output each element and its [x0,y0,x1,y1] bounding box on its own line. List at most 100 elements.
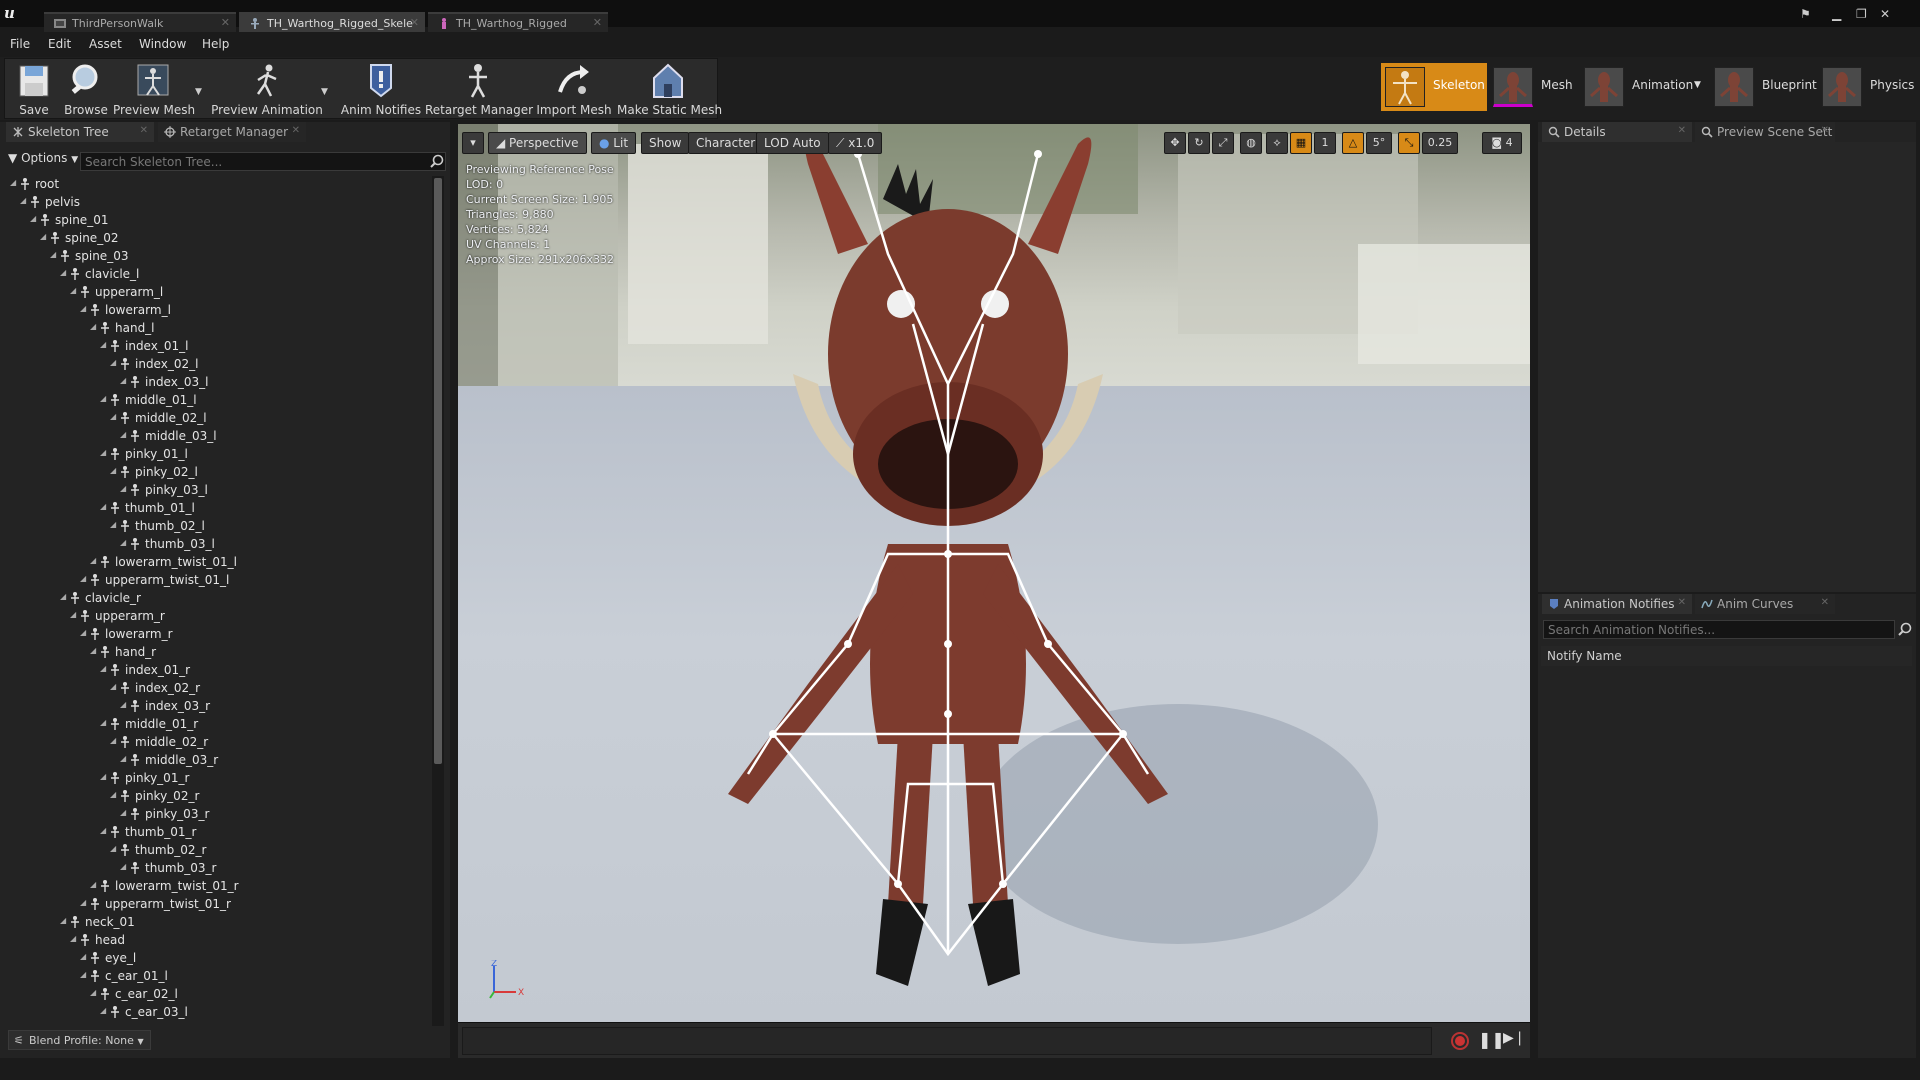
character-button[interactable]: Character [688,132,764,154]
surface-snap-icon[interactable]: ⟡ [1266,132,1288,154]
tree-row[interactable]: ◢ c_ear_01_l [0,967,430,985]
expand-arrow-icon[interactable]: ◢ [60,916,66,925]
options-dropdown[interactable]: ▼ Options ▼ [8,151,78,165]
playback-speed-button[interactable]: ⟋ x1.0 [828,132,883,154]
notify-name-column-header[interactable]: Notify Name [1541,646,1912,666]
tree-row[interactable]: ◢ spine_01 [0,211,430,229]
expand-arrow-icon[interactable]: ◢ [30,214,36,223]
mode-mesh-button[interactable]: Mesh [1489,63,1579,111]
scale-snap-value[interactable]: 0.25 [1422,132,1458,154]
doc-tab-skeleton[interactable]: TH_Warthog_Rigged_Skele ✕ [239,12,425,32]
mode-blueprint-button[interactable]: Blueprint [1710,63,1817,111]
expand-arrow-icon[interactable]: ◢ [100,502,106,511]
tree-row[interactable]: ◢ thumb_01_r [0,823,430,841]
blend-profile-dropdown[interactable]: ⚟ Blend Profile: None ▼ [8,1030,151,1050]
expand-arrow-icon[interactable]: ◢ [110,412,116,421]
close-icon[interactable]: ✕ [1821,125,1829,136]
tree-row[interactable]: ◢ root [0,175,430,193]
tab-skeleton-tree[interactable]: Skeleton Tree ✕ [6,122,154,142]
menu-file[interactable]: File [10,37,30,51]
expand-arrow-icon[interactable]: ◢ [70,286,76,295]
search-icon[interactable] [1898,622,1912,636]
tree-row[interactable]: ◢ middle_02_l [0,409,430,427]
expand-arrow-icon[interactable]: ◢ [60,268,66,277]
menu-asset[interactable]: Asset [89,37,122,51]
lit-button[interactable]: ● Lit [591,132,637,154]
mode-physics-button[interactable]: Physics [1818,63,1918,111]
close-window-button[interactable]: ✕ [1880,7,1890,21]
expand-arrow-icon[interactable]: ◢ [100,448,106,457]
expand-arrow-icon[interactable]: ◢ [120,538,126,547]
expand-arrow-icon[interactable]: ◢ [80,574,86,583]
tree-row[interactable]: ◢ pinky_02_l [0,463,430,481]
tree-row[interactable]: ◢ index_03_r [0,697,430,715]
tree-row[interactable]: ◢ middle_03_l [0,427,430,445]
expand-arrow-icon[interactable]: ◢ [50,250,56,259]
close-icon[interactable]: ✕ [1678,125,1686,136]
doc-tab-thirdpersonwalk[interactable]: ThirdPersonWalk ✕ [44,12,236,32]
pause-icon[interactable]: ❚❚ [1478,1030,1505,1049]
scale-tool-icon[interactable]: ⤢ [1212,132,1234,154]
import-mesh-button[interactable]: Import Mesh [533,59,615,119]
expand-arrow-icon[interactable]: ◢ [60,592,66,601]
expand-arrow-icon[interactable]: ◢ [110,790,116,799]
record-icon[interactable] [1451,1032,1469,1050]
expand-arrow-icon[interactable]: ◢ [110,358,116,367]
expand-arrow-icon[interactable]: ◢ [100,718,106,727]
tree-row[interactable]: ◢ eye_l [0,949,430,967]
expand-arrow-icon[interactable]: ◢ [70,934,76,943]
tree-row[interactable]: ◢ pinky_03_l [0,481,430,499]
search-icon[interactable] [430,154,444,168]
tree-row[interactable]: ◢ lowerarm_l [0,301,430,319]
expand-arrow-icon[interactable]: ◢ [100,772,106,781]
expand-arrow-icon[interactable]: ◢ [80,970,86,979]
tree-row[interactable]: ◢ hand_l [0,319,430,337]
expand-arrow-icon[interactable]: ◢ [100,664,106,673]
tree-row[interactable]: ◢ upperarm_twist_01_r [0,895,430,913]
tree-row[interactable]: ◢ pinky_01_l [0,445,430,463]
tree-row[interactable]: ◢ spine_03 [0,247,430,265]
browse-button[interactable]: Browse [59,59,113,119]
expand-arrow-icon[interactable]: ◢ [120,754,126,763]
tab-preview-scene-settings[interactable]: Preview Scene Sett ✕ [1695,122,1835,142]
preview-animation-button[interactable]: Preview Animation [211,59,323,119]
preview-viewport[interactable]: ▾ ◢ Perspective ● Lit Show Character LOD… [458,124,1530,1022]
tree-row[interactable]: ◢ lowerarm_twist_01_r [0,877,430,895]
close-icon[interactable]: ✕ [221,16,230,29]
doc-tab-mesh[interactable]: TH_Warthog_Rigged ✕ [428,12,608,32]
rotate-tool-icon[interactable]: ↻ [1188,132,1210,154]
expand-arrow-icon[interactable]: ◢ [110,736,116,745]
expand-arrow-icon[interactable]: ◢ [70,610,76,619]
rotation-snap-icon[interactable]: △ [1342,132,1364,154]
tab-animation-notifies[interactable]: Animation Notifies ✕ [1542,594,1692,614]
tree-row[interactable]: ◢ clavicle_l [0,265,430,283]
tree-row[interactable]: ◢ middle_03_r [0,751,430,769]
expand-arrow-icon[interactable]: ◢ [120,430,126,439]
mode-skeleton-button[interactable]: Skeleton [1381,63,1487,111]
expand-arrow-icon[interactable]: ◢ [120,862,126,871]
tab-details[interactable]: Details ✕ [1542,122,1692,142]
tree-row[interactable]: ◢ thumb_03_r [0,859,430,877]
expand-arrow-icon[interactable]: ◢ [90,880,96,889]
expand-arrow-icon[interactable]: ◢ [80,304,86,313]
tree-row[interactable]: ◢ spine_02 [0,229,430,247]
expand-arrow-icon[interactable]: ◢ [90,646,96,655]
tree-row[interactable]: ◢ pinky_03_r [0,805,430,823]
anim-notifies-button[interactable]: Anim Notifies [339,59,423,119]
step-forward-icon[interactable]: ▶❘ [1503,1030,1526,1046]
preview-mesh-button[interactable]: Preview Mesh [113,59,195,119]
expand-arrow-icon[interactable]: ◢ [120,484,126,493]
grid-snap-value[interactable]: 1 [1314,132,1336,154]
make-static-mesh-button[interactable]: Make Static Mesh [617,59,722,119]
expand-arrow-icon[interactable]: ◢ [120,700,126,709]
expand-arrow-icon[interactable]: ◢ [100,1006,106,1015]
tree-row[interactable]: ◢ middle_01_l [0,391,430,409]
tree-row[interactable]: ◢ pelvis [0,193,430,211]
notify-search-input[interactable]: Search Animation Notifies... [1543,620,1895,639]
close-icon[interactable]: ✕ [140,125,148,136]
close-icon[interactable]: ✕ [410,16,419,29]
tree-row[interactable]: ◢ hand_r [0,643,430,661]
expand-arrow-icon[interactable]: ◢ [100,394,106,403]
viewport-options-button[interactable]: ▾ [462,132,484,154]
close-icon[interactable]: ✕ [1821,597,1829,608]
